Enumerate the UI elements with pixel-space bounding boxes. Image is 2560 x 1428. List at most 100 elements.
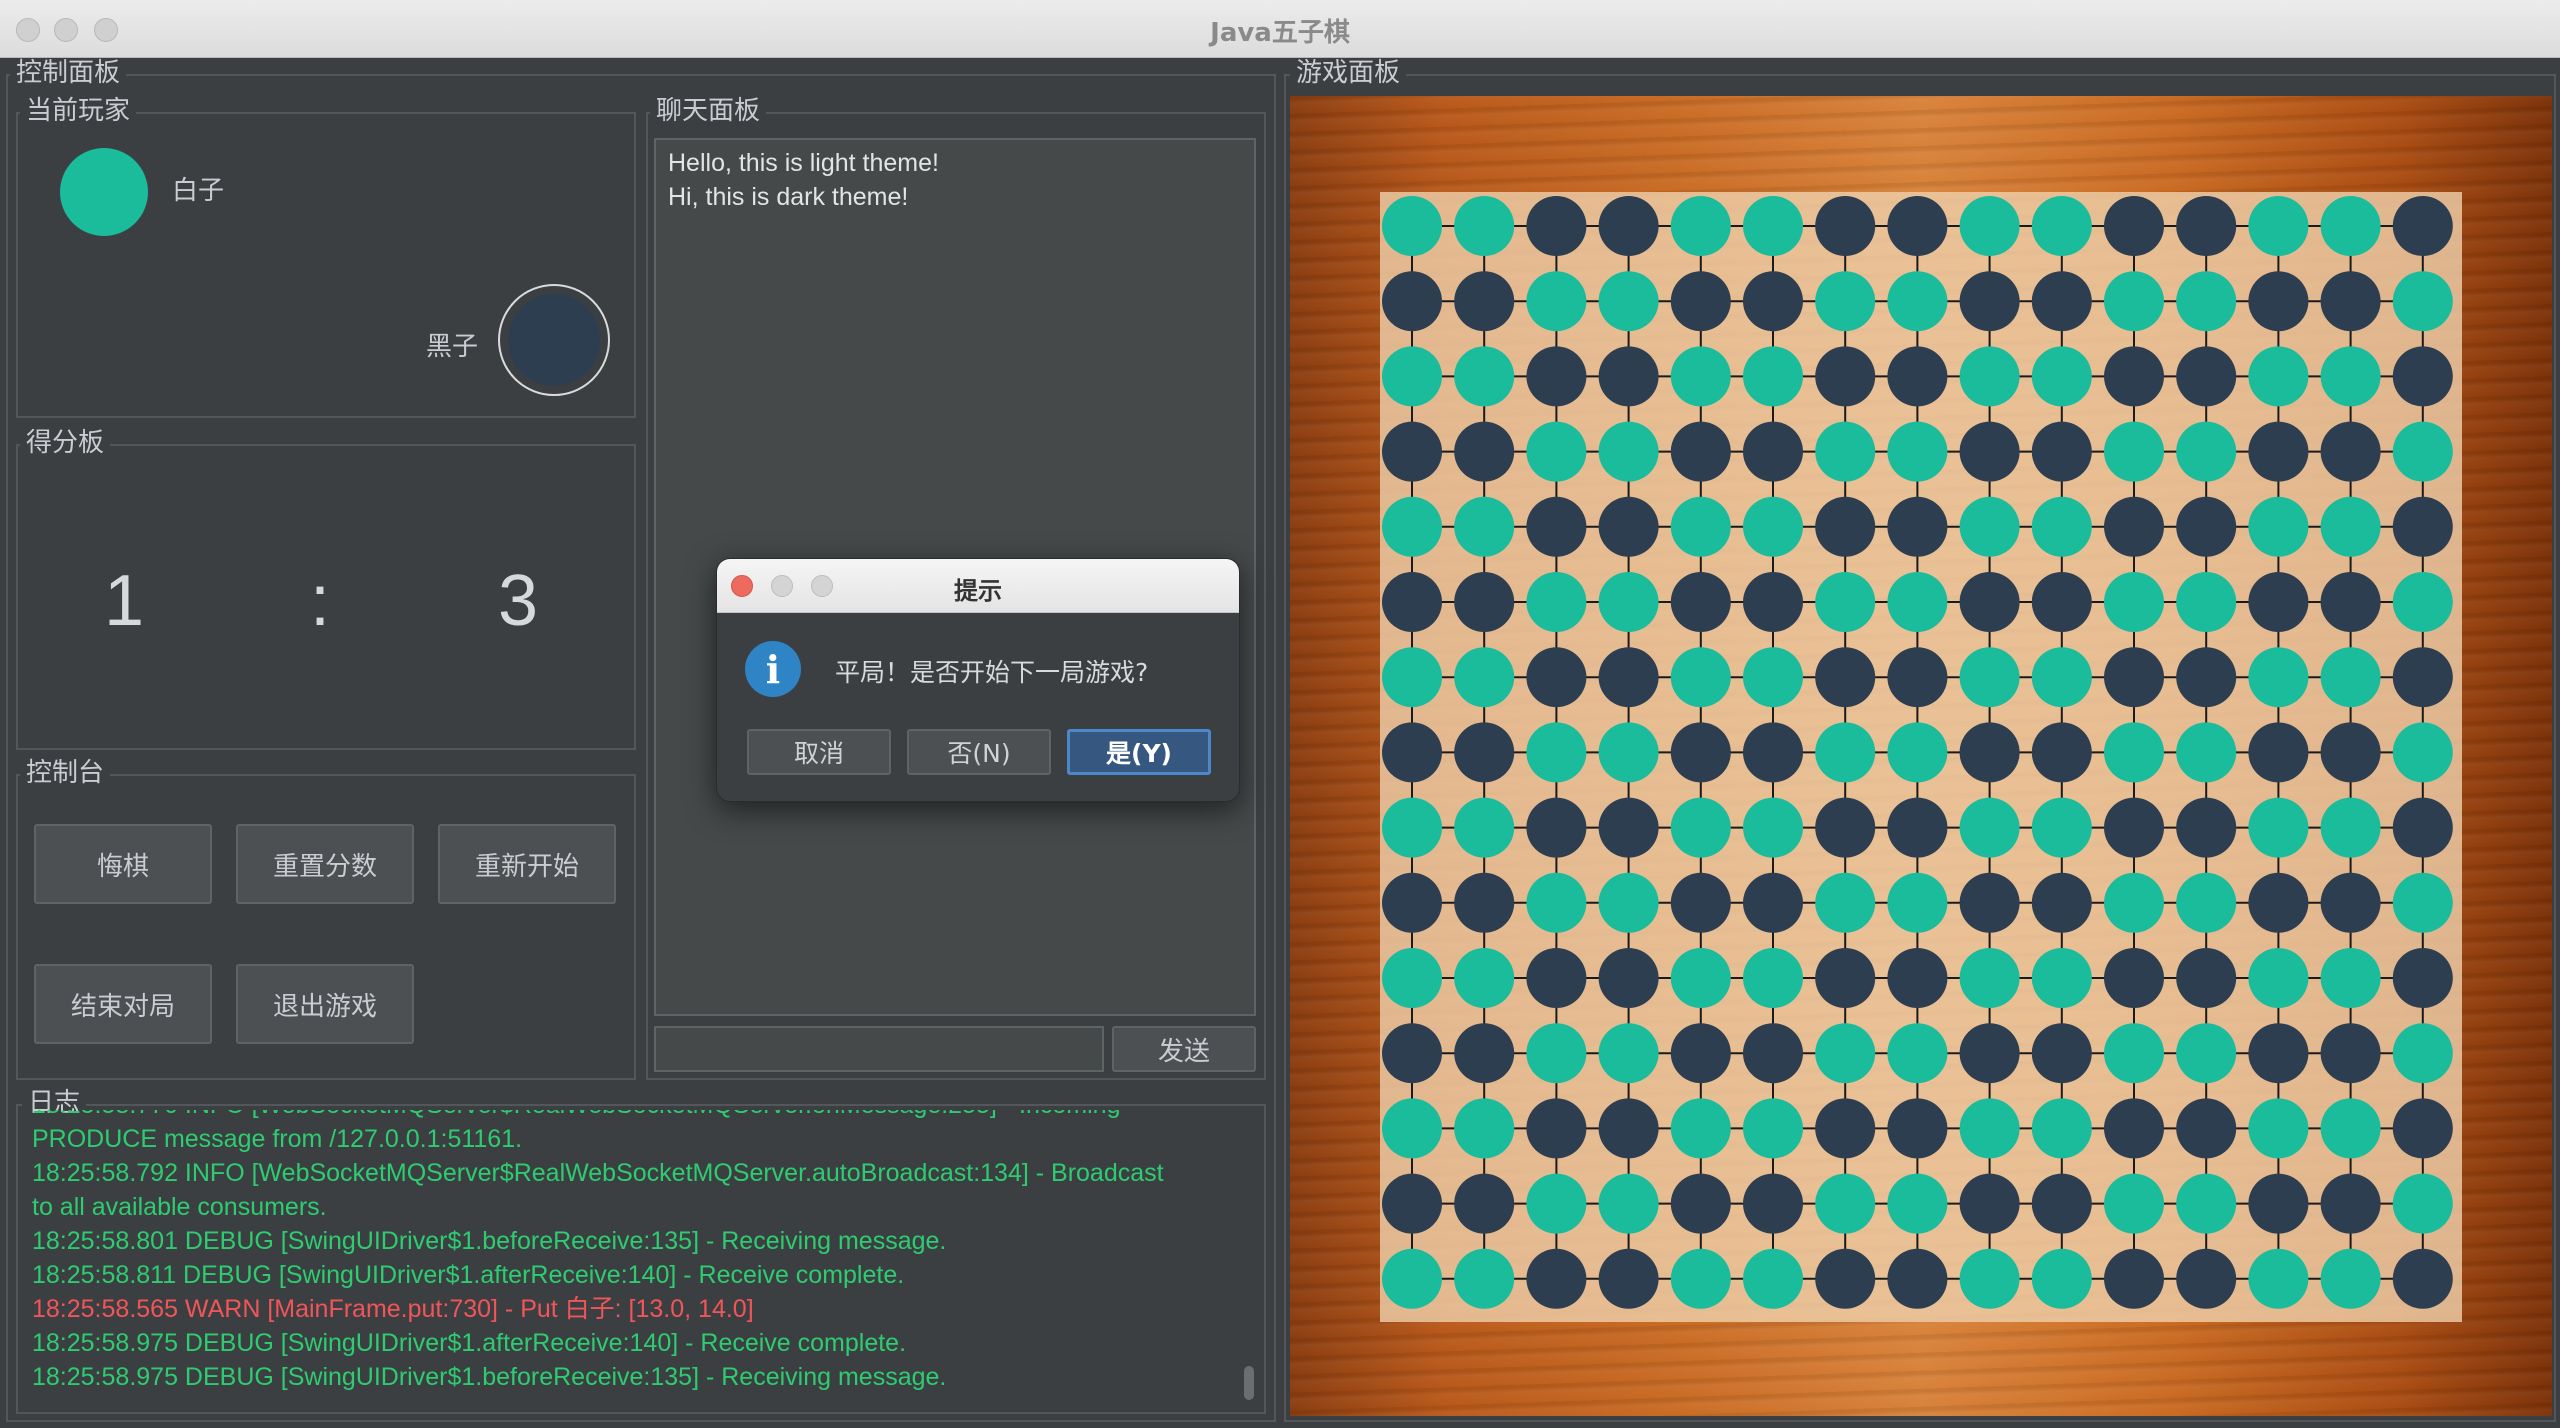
- white-stone: [1382, 346, 1442, 407]
- black-stone: [1526, 196, 1587, 256]
- black-stone: [2320, 271, 2381, 332]
- black-stone: [1959, 1173, 2020, 1234]
- white-stone: [1382, 1248, 1442, 1309]
- black-stone: [1959, 271, 2020, 332]
- white-stone: [1598, 722, 1659, 783]
- white-stone: [1959, 797, 2020, 858]
- black-stone: [2031, 1173, 2092, 1234]
- game-board[interactable]: [1380, 192, 2462, 1322]
- white-stone: [1887, 271, 1948, 332]
- black-stone: [2176, 797, 2237, 858]
- white-stone: [1454, 196, 1515, 256]
- cancel-button[interactable]: 取消: [747, 729, 891, 775]
- black-stone: [2392, 797, 2453, 858]
- black-stone: [1887, 948, 1948, 1008]
- black-stone: [2176, 1248, 2237, 1309]
- black-stone-indicator: [498, 284, 610, 396]
- white-stone: [1743, 346, 1803, 407]
- main-window: Java五子棋 控制面板 当前玩家 白子 黑子 得分板 1 : 3 控制台 悔棋…: [0, 0, 2560, 1428]
- white-stone: [1815, 1173, 1876, 1234]
- white-stone: [2104, 872, 2164, 933]
- black-stone: [2248, 872, 2309, 933]
- black-stone: [2176, 647, 2237, 708]
- black-stone: [2320, 1173, 2381, 1234]
- black-stone: [1454, 1173, 1515, 1234]
- exit-game-button[interactable]: 退出游戏: [236, 964, 414, 1044]
- white-stone: [2176, 722, 2237, 783]
- white-stone: [1887, 722, 1948, 783]
- black-stone: [1815, 196, 1876, 256]
- black-stone: [1526, 1248, 1587, 1309]
- black-stone: [1382, 722, 1442, 783]
- white-stone: [1454, 797, 1515, 858]
- scoreboard-label: 得分板: [20, 428, 111, 458]
- black-stone: [1454, 271, 1515, 332]
- white-stone: [1670, 196, 1731, 256]
- black-stone: [2320, 722, 2381, 783]
- no-button[interactable]: 否(N): [907, 729, 1051, 775]
- black-stone: [1743, 722, 1803, 783]
- black-stone: [1454, 722, 1515, 783]
- black-stone: [1598, 948, 1659, 1008]
- black-stone: [2248, 722, 2309, 783]
- white-stone: [1815, 421, 1876, 482]
- white-stone: [2031, 1248, 2092, 1309]
- white-stone: [1959, 346, 2020, 407]
- white-stone: [1815, 872, 1876, 933]
- white-stone: [2248, 948, 2309, 1008]
- white-stone: [2104, 421, 2164, 482]
- white-stone: [1526, 1173, 1587, 1234]
- white-stone: [1959, 496, 2020, 557]
- black-stone: [2031, 1023, 2092, 1084]
- black-stone: [1598, 346, 1659, 407]
- black-stone: [2176, 496, 2237, 557]
- black-stone: [1959, 872, 2020, 933]
- log-scrollbar[interactable]: [1244, 1366, 1254, 1400]
- white-stone: [1743, 1248, 1803, 1309]
- white-stone: [1670, 797, 1731, 858]
- yes-button[interactable]: 是(Y): [1067, 729, 1211, 775]
- white-stone: [1454, 1248, 1515, 1309]
- white-stone: [1598, 271, 1659, 332]
- white-stone: [1454, 1098, 1515, 1159]
- white-stone: [1670, 647, 1731, 708]
- reset-score-button[interactable]: 重置分数: [236, 824, 414, 904]
- log-line-warning: 18:25:58.565 WARN [MainFrame.put:730] - …: [32, 1295, 754, 1323]
- white-stone: [1887, 572, 1948, 632]
- black-stone: [1454, 421, 1515, 482]
- black-stone: [1526, 346, 1587, 407]
- log-line: 18:25:58.801 DEBUG [SwingUIDriver$1.befo…: [32, 1227, 947, 1255]
- black-stone: [1382, 421, 1442, 482]
- undo-button[interactable]: 悔棋: [34, 824, 212, 904]
- white-stone: [1887, 421, 1948, 482]
- chat-input[interactable]: [654, 1026, 1104, 1072]
- white-stone: [1887, 1173, 1948, 1234]
- black-stone: [1670, 1023, 1731, 1084]
- white-stone: [1959, 1248, 2020, 1309]
- white-stone: [2104, 1023, 2164, 1084]
- black-stone: [2104, 948, 2164, 1008]
- white-stone: [2031, 496, 2092, 557]
- send-button[interactable]: 发送: [1112, 1026, 1256, 1072]
- restart-button[interactable]: 重新开始: [438, 824, 616, 904]
- white-stone: [1959, 1098, 2020, 1159]
- black-stone: [1743, 271, 1803, 332]
- black-stone: [2392, 346, 2453, 407]
- control-panel-label: 控制面板: [10, 58, 127, 88]
- white-score: 1: [104, 561, 145, 641]
- black-stone: [2392, 496, 2453, 557]
- end-game-button[interactable]: 结束对局: [34, 964, 212, 1044]
- black-stone: [2176, 948, 2237, 1008]
- log-output[interactable]: 18:25:58.770 INFO [WebSocketMQServer$Rea…: [18, 1110, 1264, 1410]
- black-stone: [2392, 1098, 2453, 1159]
- black-stone: [1382, 572, 1442, 632]
- white-stone: [1454, 948, 1515, 1008]
- white-stone: [1959, 647, 2020, 708]
- white-player-label: 白子: [172, 176, 225, 206]
- black-stone: [1743, 1023, 1803, 1084]
- black-stone: [2104, 346, 2164, 407]
- white-stone: [2031, 196, 2092, 256]
- white-stone: [1743, 647, 1803, 708]
- chat-message: Hello, this is light theme!: [668, 149, 939, 177]
- window-title: Java五子棋: [1210, 18, 1350, 48]
